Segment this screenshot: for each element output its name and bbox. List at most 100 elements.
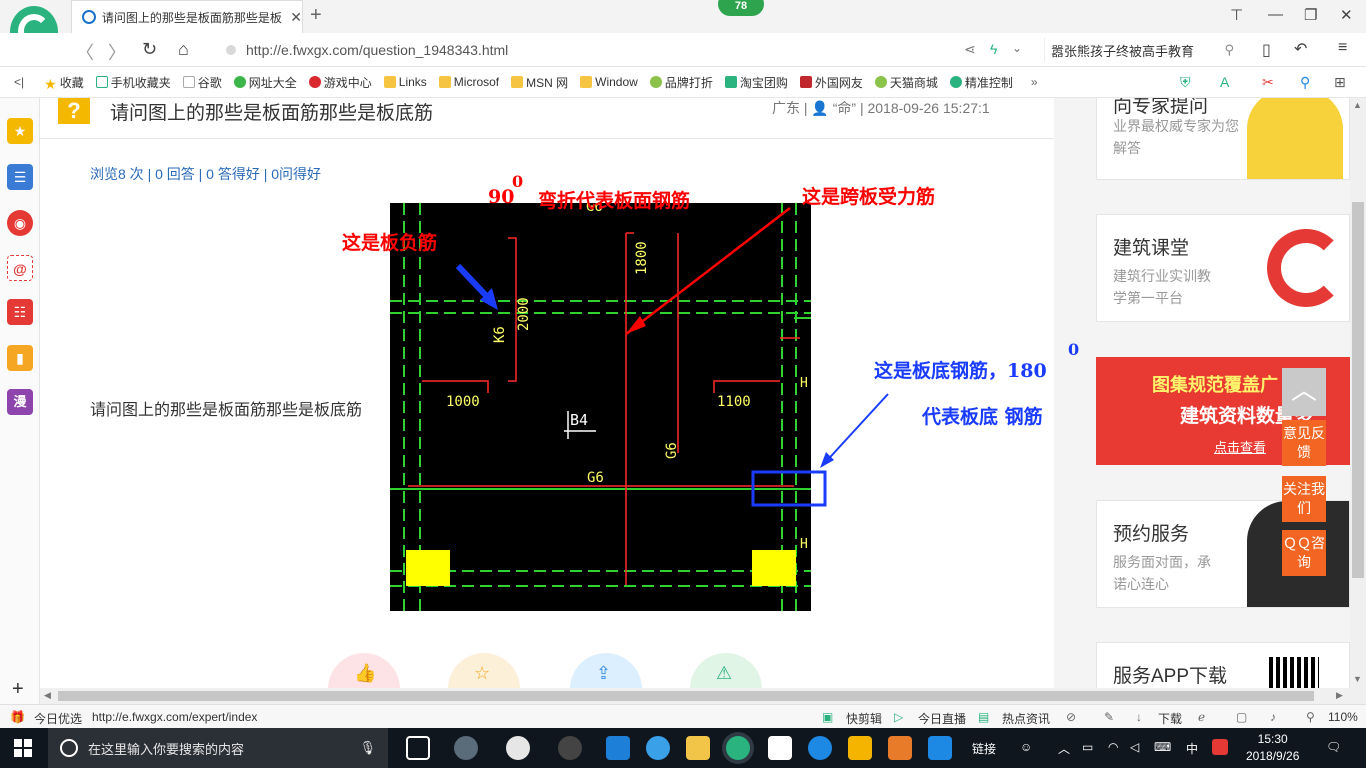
bookmark-brand[interactable]: 品牌打折: [649, 74, 713, 91]
restore-button[interactable]: ❐: [1304, 6, 1317, 24]
scroll-down-icon[interactable]: ▼: [1353, 674, 1362, 684]
add-icon[interactable]: +: [12, 678, 24, 701]
browser-e-icon[interactable]: [506, 736, 530, 760]
360-browser-icon[interactable]: [726, 736, 750, 760]
notification-badge[interactable]: 78: [718, 0, 764, 16]
person-icon[interactable]: ☺: [1020, 740, 1032, 754]
search-icon[interactable]: ⚲: [1300, 74, 1310, 91]
hot-news[interactable]: 热点资讯: [1002, 710, 1050, 727]
horizontal-scroll-thumb[interactable]: [58, 691, 1314, 701]
bookmark-taobao[interactable]: 淘宝团购: [724, 74, 788, 91]
clip-icon[interactable]: ▣: [822, 710, 833, 724]
scroll-up-icon[interactable]: ▲: [1353, 100, 1362, 110]
vertical-scroll-thumb[interactable]: [1352, 202, 1364, 578]
sidebar-toggle-icon[interactable]: <|: [14, 75, 24, 89]
new-tab-button[interactable]: +: [310, 4, 322, 27]
undo-icon[interactable]: ↶: [1294, 39, 1307, 59]
microphone-icon[interactable]: 🎙: [359, 740, 376, 756]
shield-icon[interactable]: ⛨: [1180, 74, 1191, 91]
translate-icon[interactable]: A: [1220, 74, 1229, 90]
scroll-left-icon[interactable]: ◀: [44, 690, 51, 701]
windows-start-icon[interactable]: [14, 739, 32, 757]
weibo-icon[interactable]: ◉: [7, 210, 33, 236]
keyboard-icon[interactable]: ⌨: [1154, 740, 1171, 754]
pdf-app-icon[interactable]: [888, 736, 912, 760]
bookmark-msn[interactable]: MSN 网: [511, 74, 568, 91]
spiral-app-icon[interactable]: [558, 736, 582, 760]
card-app-download[interactable]: 服务APP下载: [1096, 642, 1350, 688]
bookmark-google[interactable]: 谷歌: [182, 74, 222, 91]
bookmark-tmall[interactable]: 天猫商城: [874, 74, 938, 91]
bookmark-windows[interactable]: Window: [580, 75, 638, 89]
feedback-button[interactable]: 意见反馈: [1282, 420, 1326, 466]
file-explorer-icon[interactable]: [686, 736, 710, 760]
bookmark-precise[interactable]: 精准控制: [949, 74, 1013, 91]
news-icon[interactable]: ☰: [7, 164, 33, 190]
url-field[interactable]: http://e.fwxgx.com/question_1948343.html: [220, 38, 1040, 62]
bookmark-microsoft[interactable]: Microsof: [438, 75, 499, 89]
volume-icon[interactable]: ♪: [1270, 710, 1276, 724]
grid-icon[interactable]: ⊞: [1334, 74, 1346, 91]
more-bookmarks-icon[interactable]: »: [1031, 75, 1038, 89]
share-icon[interactable]: ⋖: [964, 41, 976, 58]
favorites-star-icon[interactable]: ★: [7, 118, 33, 144]
shirt-skin-icon[interactable]: ⊤: [1230, 6, 1243, 24]
zoom-icon[interactable]: ⚲: [1306, 710, 1315, 724]
system-clock[interactable]: 15:30 2018/9/26: [1246, 731, 1299, 765]
links-toolbar[interactable]: 链接: [972, 740, 996, 757]
daily-picks[interactable]: 今日优选: [34, 710, 82, 727]
favorite-button[interactable]: ☆: [448, 653, 520, 688]
quick-clip[interactable]: 快剪辑: [846, 710, 882, 727]
forward-icon[interactable]: 〉: [108, 39, 126, 65]
notifications-icon[interactable]: 🗨: [1326, 740, 1341, 754]
lightning-icon[interactable]: ϟ: [990, 41, 997, 57]
reload-icon[interactable]: ↻: [142, 39, 157, 60]
fan-app-icon[interactable]: [454, 736, 478, 760]
follow-us-button[interactable]: 关注我们: [1282, 476, 1326, 522]
card-building-class[interactable]: 建筑课堂 建筑行业实训教 学第一平台: [1096, 214, 1350, 322]
close-window-button[interactable]: ✕: [1340, 6, 1353, 24]
scroll-right-icon[interactable]: ▶: [1336, 690, 1343, 701]
menu-icon[interactable]: ≡: [1338, 39, 1347, 57]
bookmark-favorites[interactable]: ★ 收藏: [44, 74, 84, 93]
bookmark-games[interactable]: 游戏中心: [308, 74, 372, 91]
book-icon[interactable]: ▮: [7, 345, 33, 371]
ime-indicator[interactable]: 中: [1186, 740, 1198, 757]
card-ask-expert[interactable]: 向专家提问 业界最权威专家为您解答: [1096, 98, 1350, 180]
sogou-ime-icon[interactable]: [1212, 739, 1228, 755]
tab-active[interactable]: 请问图上的那些是板面筋那些是板 ✕: [71, 0, 303, 33]
download-label[interactable]: 下载: [1158, 710, 1182, 727]
gamepad-icon[interactable]: ☷: [7, 299, 33, 325]
minimize-button[interactable]: —: [1268, 6, 1283, 23]
pin-icon[interactable]: ✎: [1104, 710, 1114, 724]
horizontal-scrollbar[interactable]: ◀ ▶: [40, 688, 1366, 704]
notes-app-icon[interactable]: [848, 736, 872, 760]
dropdown-chevron-icon[interactable]: ⌄: [1012, 41, 1022, 55]
today-live[interactable]: 今日直播: [918, 710, 966, 727]
mobile-icon[interactable]: ▯: [1262, 40, 1271, 60]
bookmark-foreign[interactable]: 外国网友: [799, 74, 863, 91]
like-button[interactable]: 👍: [328, 653, 400, 688]
gift-icon[interactable]: 🎁: [10, 710, 25, 724]
bookmark-hao[interactable]: 网址大全: [233, 74, 297, 91]
window-icon[interactable]: ▢: [1236, 710, 1247, 724]
tab-close-icon[interactable]: ✕: [290, 9, 302, 26]
edge-icon[interactable]: [606, 736, 630, 760]
live-icon[interactable]: ▷: [894, 710, 903, 724]
ie-mode-icon[interactable]: ℯ: [1198, 710, 1205, 724]
share-button[interactable]: ⇪: [570, 653, 642, 688]
search-icon[interactable]: ⚲: [1224, 42, 1234, 58]
back-to-top-button[interactable]: ︿: [1282, 368, 1326, 416]
wifi-icon[interactable]: ◠: [1108, 740, 1118, 754]
accelerate-icon[interactable]: ⊘: [1066, 710, 1076, 724]
report-button[interactable]: ⚠: [690, 653, 762, 688]
news-hot-icon[interactable]: ▤: [978, 710, 989, 724]
vertical-scrollbar[interactable]: ▲ ▼: [1350, 98, 1366, 688]
qq-consult-button[interactable]: ＱＱ咨询: [1282, 530, 1326, 576]
sogou-icon[interactable]: [808, 736, 832, 760]
taskbar-search[interactable]: 在这里输入你要搜索的内容 🎙: [48, 728, 388, 768]
comic-icon[interactable]: 漫: [7, 389, 33, 415]
scissors-icon[interactable]: ✂: [1262, 74, 1274, 91]
battery-icon[interactable]: ▭: [1082, 740, 1093, 754]
ie-icon[interactable]: [646, 736, 670, 760]
